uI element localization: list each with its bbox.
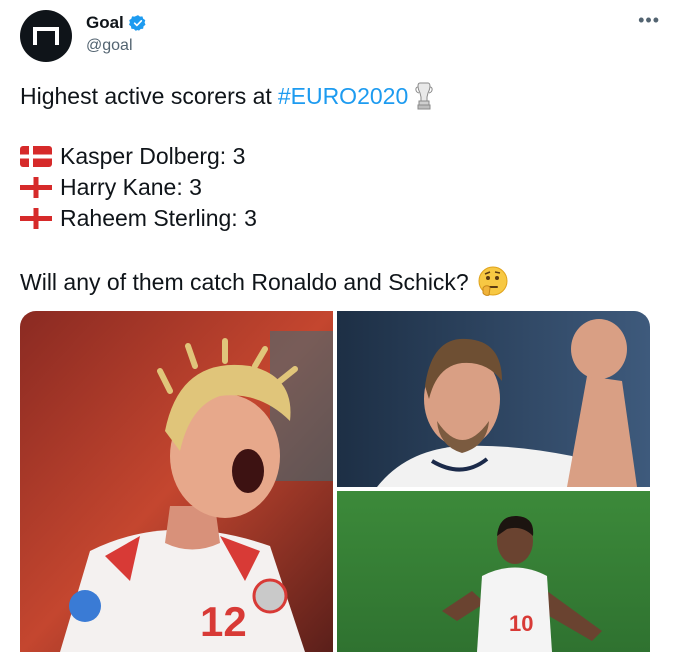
denmark-flag-icon (20, 146, 52, 167)
england-flag-icon (20, 177, 52, 198)
photo-dolberg[interactable]: 12 (20, 311, 333, 652)
verified-badge-icon (128, 15, 146, 31)
scorer-text: Harry Kane: 3 (60, 174, 202, 200)
shirt-number: 10 (509, 611, 533, 636)
trophy-icon (415, 82, 433, 110)
scorer-text: Raheem Sterling: 3 (60, 205, 257, 231)
scorer-row: Kasper Dolberg: 3 (20, 143, 245, 170)
scorer-row: Harry Kane: 3 (20, 174, 202, 201)
photo-sterling[interactable]: 10 (337, 491, 650, 652)
more-options-icon[interactable]: ••• (638, 10, 660, 31)
headline-text: Highest active scorers at (20, 82, 272, 109)
author-name-row[interactable]: Goal (86, 13, 147, 33)
photo-kane[interactable] (337, 311, 650, 487)
shirt-number: 12 (200, 598, 247, 645)
scorer-row: Raheem Sterling: 3 (20, 205, 257, 232)
thinking-face-icon (478, 266, 508, 296)
tweet-card: Goal @goal ••• Highest active scorers at… (0, 0, 700, 652)
england-flag-icon (20, 208, 52, 229)
scorer-text: Kasper Dolberg: 3 (60, 143, 246, 169)
tweet-headline: Highest active scorers at #EURO2020 (20, 80, 434, 112)
author-display-name[interactable]: Goal (86, 13, 124, 33)
author-handle[interactable]: @goal (86, 37, 133, 55)
hashtag-link[interactable]: #EURO2020 (278, 83, 408, 110)
media-grid[interactable]: 12 10 (20, 311, 650, 652)
question-text: Will any of them catch Ronaldo and Schic… (20, 268, 469, 295)
goal-logo-icon[interactable] (20, 10, 72, 62)
tweet-question: Will any of them catch Ronaldo and Schic… (20, 266, 509, 298)
